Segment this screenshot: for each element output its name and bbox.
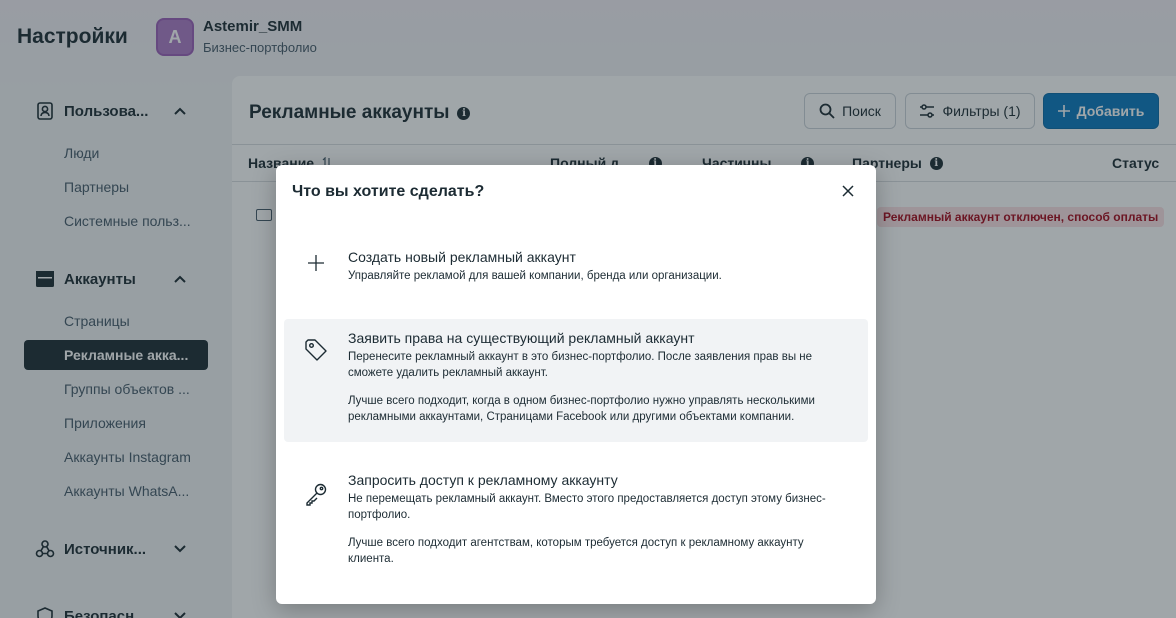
key-icon — [302, 480, 330, 508]
option-note: Лучше всего подходит агентствам, которым… — [348, 537, 804, 565]
option-request-access[interactable]: Запросить доступ к рекламному аккаунту Н… — [284, 460, 868, 575]
option-description: Управляйте рекламой для вашей компании, … — [348, 270, 722, 282]
option-title: Заявить права на существующий рекламный … — [348, 330, 695, 346]
dialog-title: Что вы хотите сделать? — [292, 183, 485, 200]
close-icon — [842, 185, 854, 197]
option-description: Перенесите рекламный аккаунт в это бизне… — [348, 351, 813, 379]
option-create-ad-account[interactable]: Создать новый рекламный аккаунт Управляй… — [284, 233, 868, 301]
close-button[interactable] — [838, 181, 858, 201]
tag-icon — [302, 336, 330, 364]
option-claim-ad-account[interactable]: Заявить права на существующий рекламный … — [284, 319, 868, 442]
plus-icon — [302, 249, 330, 277]
option-title: Запросить доступ к рекламному аккаунту — [348, 472, 618, 488]
add-ad-account-dialog: Что вы хотите сделать? Создать новый рек… — [276, 165, 876, 604]
option-note: Лучше всего подходит, когда в одном бизн… — [348, 395, 815, 423]
option-title: Создать новый рекламный аккаунт — [348, 249, 576, 265]
option-description: Не перемещать рекламный аккаунт. Вместо … — [348, 493, 826, 521]
